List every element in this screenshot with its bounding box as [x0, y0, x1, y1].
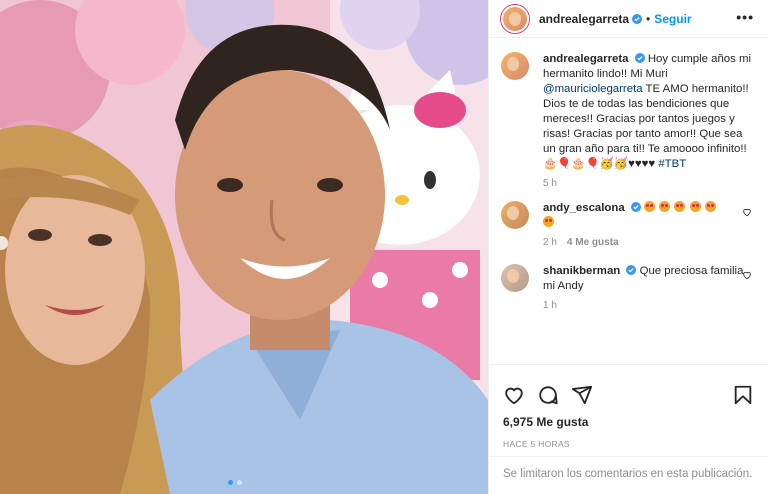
commenter-avatar[interactable] [501, 264, 529, 292]
comment-meta: 2 h 4 Me gusta [543, 237, 758, 248]
post-side-panel: andrealegarreta • Seguir ••• andrealegar… [488, 0, 768, 494]
comment-username[interactable]: andy_escalona [543, 202, 625, 214]
comments-list: andrealegarreta Hoy cumple años mi herma… [501, 52, 758, 311]
like-comment-heart-icon[interactable] [742, 270, 752, 280]
carousel-dot-active [228, 480, 233, 485]
comments-disabled-notice: Se limitaron los comentarios en esta pub… [489, 456, 768, 494]
heart-eyes-emoji-icon [704, 201, 716, 212]
author-avatar[interactable] [501, 4, 529, 33]
comment-body: shanikberman Que preciosa familia mi And… [543, 264, 753, 294]
post-photo[interactable] [0, 0, 488, 494]
comment-meta: 1 h [543, 300, 758, 311]
action-icons [489, 365, 768, 413]
comment-likes[interactable]: 4 Me gusta [567, 237, 619, 248]
header-separator: • [646, 11, 651, 26]
bookmark-icon[interactable] [732, 384, 754, 406]
verified-icon [626, 265, 637, 275]
comment-icon[interactable] [537, 384, 559, 406]
commenter-avatar[interactable] [501, 201, 529, 229]
verified-icon [630, 202, 641, 212]
post-timestamp: HACE 5 HORAS [503, 439, 570, 449]
caption-text-2: TE AMO hermanito!! Dios te de todas las … [543, 83, 749, 170]
caption-username[interactable]: andrealegarreta [543, 53, 628, 65]
comment-username[interactable]: shanikberman [543, 265, 620, 277]
verified-icon [634, 53, 645, 63]
share-icon[interactable] [571, 384, 593, 406]
comment-item: shanikberman Que preciosa familia mi And… [501, 264, 758, 294]
comment-time[interactable]: 1 h [543, 300, 557, 311]
comment-time[interactable]: 2 h [543, 237, 557, 248]
heart-eyes-emoji-icon [689, 201, 701, 212]
like-comment-heart-icon[interactable] [742, 207, 752, 217]
post-actions: 6,975 Me gusta HACE 5 HORAS [489, 364, 768, 449]
post-header: andrealegarreta • Seguir ••• [489, 0, 768, 38]
comment-body: andy_escalona [543, 201, 753, 231]
caption-mention[interactable]: @mauriciolegarreta [543, 83, 643, 95]
author-avatar[interactable] [501, 52, 529, 80]
author-username[interactable]: andrealegarreta [539, 12, 629, 26]
caption-time[interactable]: 5 h [543, 178, 557, 189]
follow-button[interactable]: Seguir [654, 12, 691, 26]
more-icon[interactable]: ••• [736, 10, 754, 24]
likes-count[interactable]: 6,975 Me gusta [489, 415, 768, 429]
photo-illustration [0, 0, 488, 494]
caption-body: andrealegarreta Hoy cumple años mi herma… [543, 52, 753, 172]
heart-eyes-emoji-icon [543, 216, 554, 227]
heart-icon[interactable] [503, 384, 525, 406]
caption-meta: 5 h [543, 178, 758, 189]
caption: andrealegarreta Hoy cumple años mi herma… [501, 52, 758, 172]
heart-eyes-emoji-icon [644, 201, 656, 212]
heart-eyes-emoji-icon [674, 201, 686, 212]
caption-hashtag[interactable]: #TBT [658, 158, 686, 170]
carousel-dot [237, 480, 242, 485]
heart-eyes-emoji-icon [659, 201, 671, 212]
carousel-dots [228, 480, 242, 485]
comment-item: andy_escalona [501, 201, 758, 231]
verified-icon [632, 13, 643, 24]
